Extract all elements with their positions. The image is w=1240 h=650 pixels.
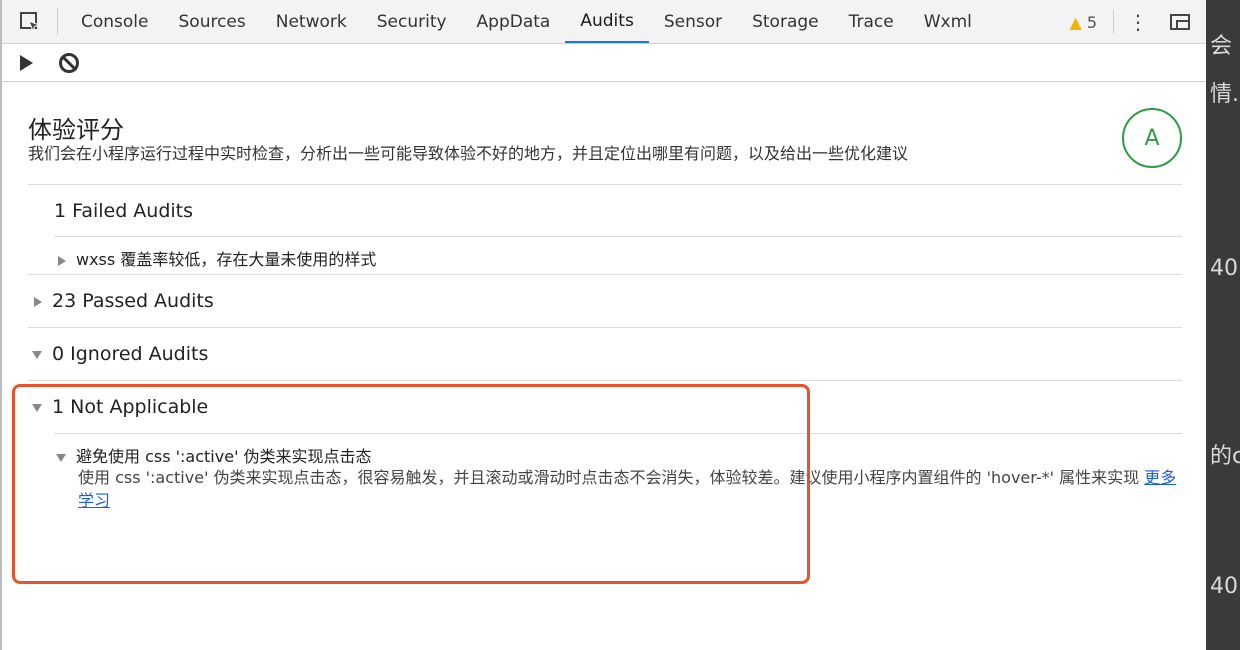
failed-audit-label: wxss 覆盖率较低，存在大量未使用的样式	[76, 250, 377, 269]
divider	[28, 380, 1182, 381]
tab-security[interactable]: Security	[362, 0, 462, 43]
divider	[28, 327, 1182, 328]
background-text: 会	[1210, 34, 1233, 59]
tab-trace[interactable]: Trace	[834, 0, 909, 43]
ignored-audits-label: 0 Ignored Audits	[52, 343, 209, 365]
divider	[54, 433, 1182, 434]
background-text: 的c	[1210, 444, 1240, 469]
not-applicable-item-title: 避免使用 css ':active' 伪类来实现点击态	[76, 447, 372, 466]
not-applicable-header[interactable]: 1 Not Applicable	[32, 396, 208, 418]
dock-side-icon[interactable]	[1170, 14, 1190, 30]
inspect-element-button[interactable]	[2, 8, 58, 35]
devtools-tab-bar: Console Sources Network Security AppData…	[2, 0, 1206, 44]
tab-audits[interactable]: Audits	[565, 0, 649, 43]
audits-toolbar	[2, 44, 1206, 82]
failed-audit-item[interactable]: wxss 覆盖率较低，存在大量未使用的样式	[58, 246, 376, 270]
tab-console[interactable]: Console	[66, 0, 164, 43]
warnings-count: 5	[1086, 12, 1097, 32]
tab-network[interactable]: Network	[261, 0, 362, 43]
background-page: 会 情. 40 的c 40	[1206, 0, 1240, 650]
warning-icon: ▲	[1069, 12, 1082, 32]
failed-audits-header[interactable]: 1 Failed Audits	[54, 200, 193, 222]
not-applicable-item-description: 使用 css ':active' 伪类来实现点击态，很容易触发，并且滚动或滑动时…	[78, 466, 1178, 512]
background-text: 40	[1210, 574, 1238, 599]
expand-triangle-icon	[58, 255, 66, 266]
divider	[28, 184, 1182, 185]
grade-badge: A	[1122, 108, 1182, 168]
tab-sensor[interactable]: Sensor	[649, 0, 737, 43]
devtools-panel: Console Sources Network Security AppData…	[0, 0, 1206, 650]
collapse-triangle-icon	[32, 403, 42, 412]
collapse-triangle-icon	[56, 453, 66, 462]
tab-list: Console Sources Network Security AppData…	[58, 0, 987, 43]
not-applicable-item[interactable]: 避免使用 css ':active' 伪类来实现点击态	[56, 443, 372, 467]
inspect-element-icon	[19, 11, 40, 32]
tab-sources[interactable]: Sources	[164, 0, 261, 43]
tab-appdata[interactable]: AppData	[462, 0, 566, 43]
warnings-counter[interactable]: ▲ 5	[1070, 13, 1098, 32]
play-icon[interactable]	[20, 54, 33, 71]
description-text: 使用 css ':active' 伪类来实现点击态，很容易触发，并且滚动或滑动时…	[78, 468, 1140, 487]
more-vert-icon[interactable]: ⋮	[1128, 10, 1148, 34]
score-description: 我们会在小程序运行过程中实时检查，分析出一些可能导致体验不好的地方，并且定位出哪…	[28, 144, 909, 163]
divider	[54, 236, 1182, 237]
background-text: 40	[1210, 256, 1238, 281]
passed-audits-label: 23 Passed Audits	[52, 290, 214, 312]
expand-triangle-icon	[34, 296, 42, 307]
tab-wxml[interactable]: Wxml	[909, 0, 987, 43]
passed-audits-header[interactable]: 23 Passed Audits	[34, 290, 214, 312]
ignored-audits-header[interactable]: 0 Ignored Audits	[32, 343, 208, 365]
divider	[28, 274, 1182, 275]
background-text: 情.	[1210, 82, 1239, 107]
divider	[1113, 10, 1114, 34]
tab-bar-actions: ▲ 5 ⋮	[1070, 0, 1207, 44]
collapse-triangle-icon	[32, 350, 42, 359]
clear-block-icon[interactable]	[59, 52, 79, 73]
not-applicable-label: 1 Not Applicable	[52, 396, 209, 418]
tab-storage[interactable]: Storage	[737, 0, 834, 43]
